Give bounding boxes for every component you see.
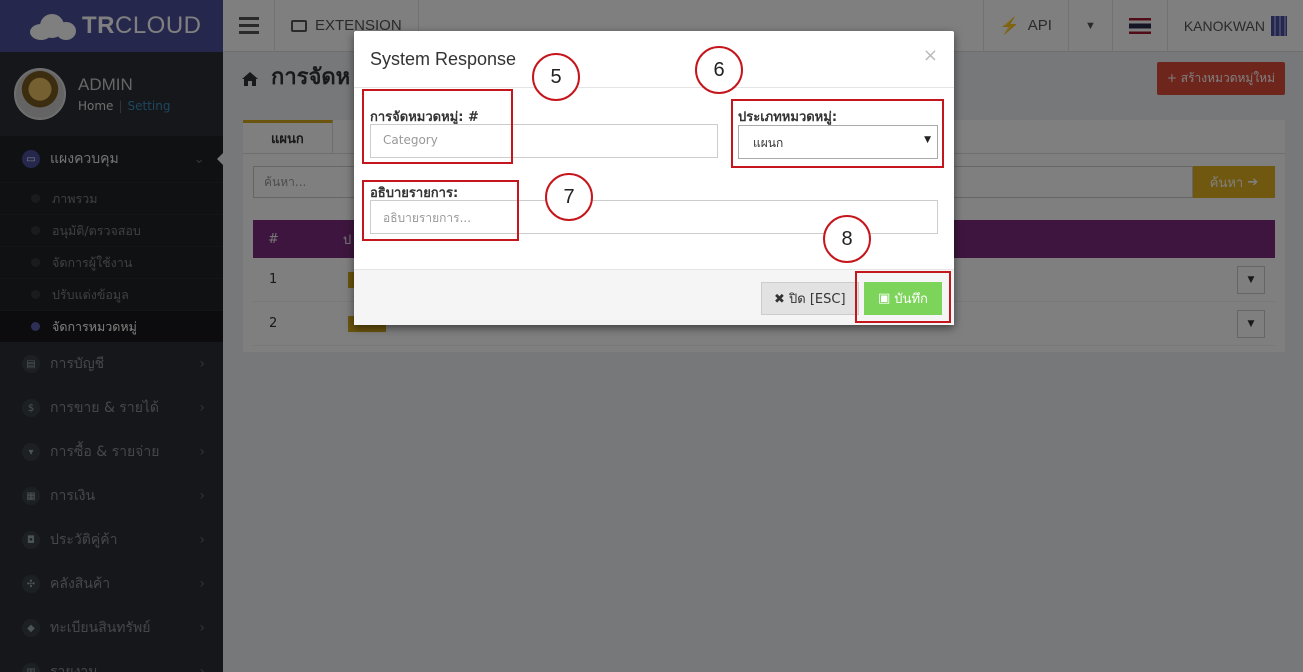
highlight-description xyxy=(362,180,519,241)
annotation-7: 7 xyxy=(545,173,593,221)
highlight-save xyxy=(855,271,951,323)
annotation-5: 5 xyxy=(532,53,580,101)
close-button[interactable]: ✖ ปิด [ESC] xyxy=(761,282,859,315)
highlight-category xyxy=(362,89,513,164)
highlight-type xyxy=(731,99,944,168)
annotation-8: 8 xyxy=(823,215,871,263)
annotation-6: 6 xyxy=(695,46,743,94)
close-icon[interactable]: × xyxy=(923,45,938,66)
modal-title: System Response xyxy=(370,48,517,69)
